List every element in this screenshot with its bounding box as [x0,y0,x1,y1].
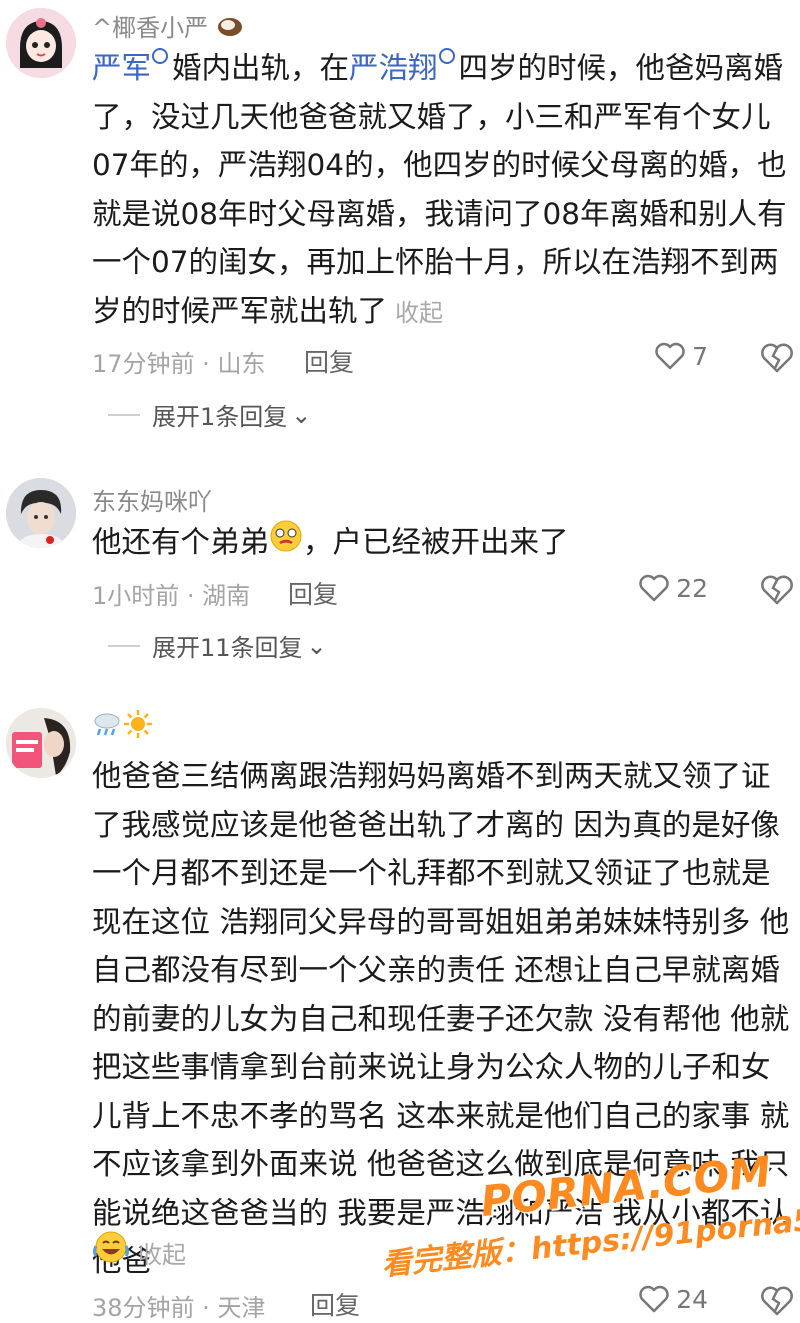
collapse-button[interactable]: 收起 [395,299,443,327]
broken-heart-icon [761,343,793,373]
comment-text: 他爸爸三结俩离跟浩翔妈妈离婚不到两天就又领了证了我感觉应该是他爸爸出轨了才离的 … [92,759,790,1278]
dislike-button[interactable] [760,342,794,378]
heart-icon [639,1285,669,1313]
mention-link[interactable]: 严浩翔 [349,51,438,85]
divider [108,413,140,416]
like-button[interactable]: 24 [638,1284,708,1314]
reply-button[interactable]: 回复 [304,343,354,379]
expand-replies[interactable]: 展开11条回复 ⌄ [108,628,327,663]
like-button[interactable]: 22 [638,573,708,603]
reply-button[interactable]: 回复 [288,575,338,611]
avatar[interactable] [6,478,76,548]
dislike-button[interactable] [760,574,794,610]
like-button[interactable]: 7 [654,341,708,371]
broken-heart-icon [761,1286,793,1316]
nickname[interactable] [92,708,154,746]
comment-meta: 17分钟前 · 山东 [92,350,266,378]
avatar[interactable] [6,708,76,778]
chevron-down-icon: ⌄ [306,631,327,660]
sun-icon [122,708,154,746]
comment-text: 他还有个弟弟 ，户已经被开出来了 [92,518,798,568]
reply-button[interactable]: 回复 [310,1286,360,1322]
search-icon [438,48,455,64]
collapse-button[interactable]: 收起 [138,1241,186,1269]
broken-heart-icon [761,575,793,605]
heart-icon [639,574,669,602]
comment-text: 严军 婚内出轨，在严浩翔 四岁的时候，他爸妈离婚了，没过几天他爸爸就又婚了，小三和严… [92,44,798,337]
dizzy-face-icon [269,519,303,568]
mention-link[interactable]: 严军 [92,51,151,85]
expand-replies[interactable]: 展开1条回复 ⌄ [108,397,311,432]
coconut-icon [216,14,244,44]
avatar[interactable] [6,8,76,78]
nickname[interactable]: 东东妈咪吖 [92,482,212,517]
comment-meta: 1小时前 · 湖南 [92,582,251,610]
heart-icon [655,342,685,370]
nickname[interactable]: ^椰香小严 [92,8,244,44]
search-icon [152,48,169,64]
chevron-down-icon: ⌄ [291,400,312,429]
dislike-button[interactable] [760,1285,794,1321]
crying-laughing-icon [92,1230,130,1279]
divider [108,644,140,647]
rain-cloud-icon [92,709,122,745]
